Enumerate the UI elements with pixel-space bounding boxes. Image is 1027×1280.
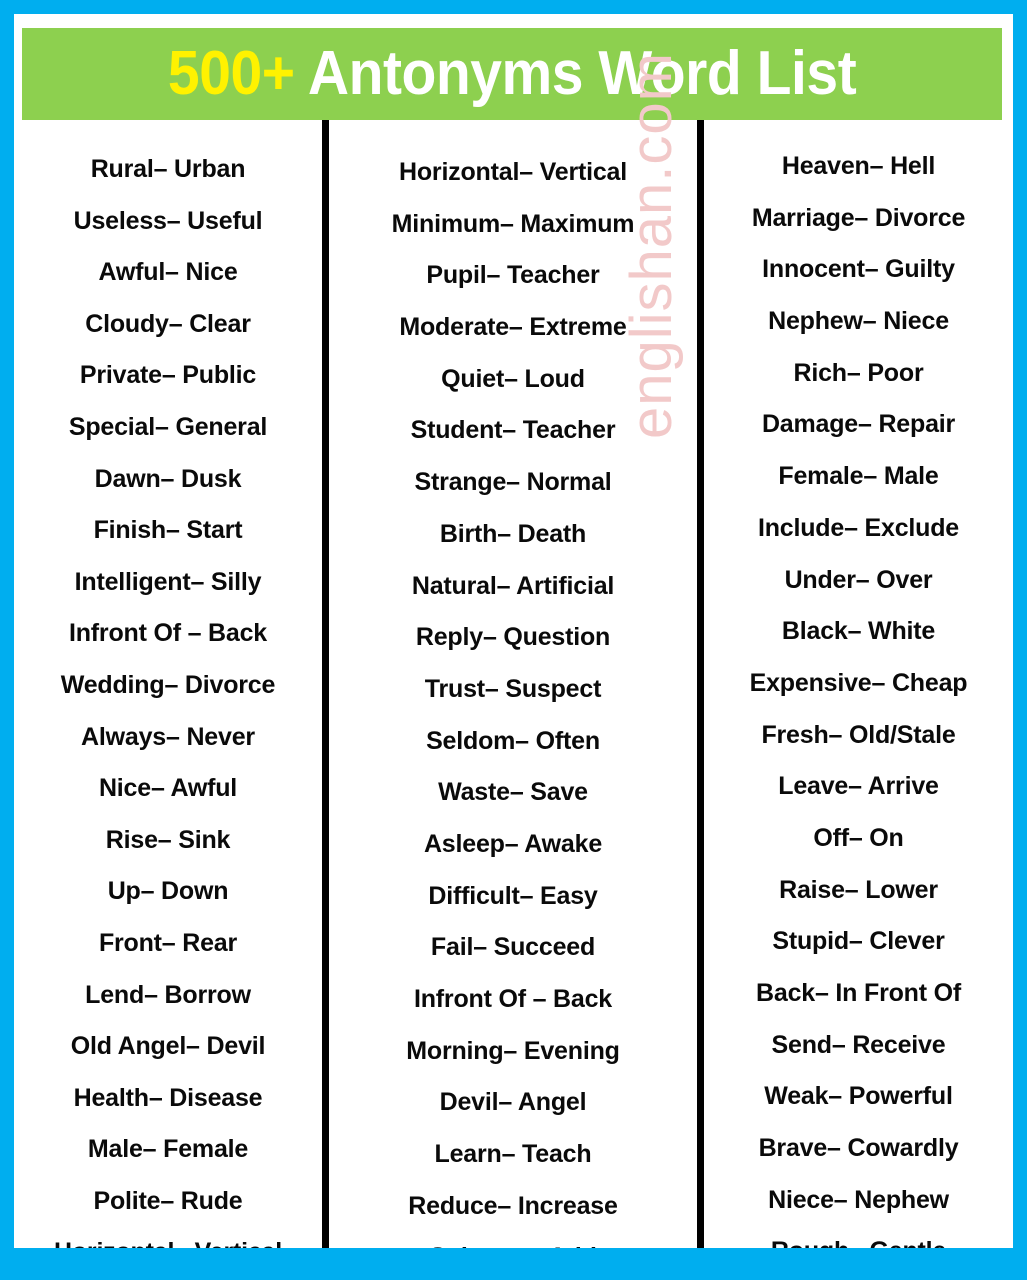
word-pair-item: Difficult– Easy xyxy=(428,881,598,910)
title-highlight: 500+ xyxy=(167,39,295,108)
word-pair-item: Fresh– Old/Stale xyxy=(761,720,956,749)
word-pair-item: Waste– Save xyxy=(438,778,588,807)
word-pair-item: Female– Male xyxy=(778,462,939,491)
word-pair-item: Nephew– Niece xyxy=(768,307,949,336)
word-pair-item: Fail– Succeed xyxy=(430,933,596,962)
word-pair-item: Birth– Death xyxy=(439,519,587,548)
word-pair-item: Private– Public xyxy=(79,361,257,390)
word-pair-item: Strange– Normal xyxy=(414,468,612,497)
poster-root: 500+ Antonyms Word List Rural– Urban Usel… xyxy=(0,0,1027,1280)
word-pair-item: Moderate– Extreme xyxy=(399,313,627,342)
poster-page: 500+ Antonyms Word List Rural– Urban Usel… xyxy=(14,14,1013,1248)
word-pair-item: Back– In Front Of xyxy=(756,979,961,1007)
word-pair-item: Useless– Useful xyxy=(73,206,263,235)
word-pair-item: Trust– Suspect xyxy=(424,674,602,703)
word-pair-item: Rich– Poor xyxy=(793,358,924,387)
word-pair-item: Lend– Borrow xyxy=(85,980,251,1009)
title-banner: 500+ Antonyms Word List xyxy=(22,28,1002,120)
word-pair-item: Horizontal– Vertical xyxy=(14,1227,322,1248)
word-pair-item: Polite– Rude xyxy=(93,1186,243,1215)
word-list-columns: Rural– Urban Useless– Useful Awful– Nice Cl… xyxy=(14,120,1013,1248)
title-rest: Antonyms Word List xyxy=(294,39,857,108)
word-pair-item: Marriage– Divorce xyxy=(751,203,966,232)
word-pair-item: Reduce– Increase xyxy=(408,1191,618,1220)
word-pair-item: Natural– Artificial xyxy=(411,571,615,600)
word-pair-item: Pupil– Teacher xyxy=(426,261,600,290)
word-pair-item: Male– Female xyxy=(87,1135,249,1164)
word-pair-item: Up– Down xyxy=(107,877,229,906)
word-pair-item: Special– General xyxy=(68,412,268,441)
word-pair-item: Reply– Question xyxy=(415,623,611,652)
word-pair-item: Asleep– Awake xyxy=(423,829,603,858)
word-pair-item: Rough– Gentle xyxy=(704,1226,1013,1248)
word-pair-item: Student– Teacher xyxy=(410,416,616,445)
word-pair-item: Black– White xyxy=(781,617,936,646)
word-pair-item: Dawn– Dusk xyxy=(94,464,242,493)
page-title: 500+ Antonyms Word List xyxy=(168,43,857,105)
word-pair-item: Old Angel– Devil xyxy=(70,1032,266,1061)
word-pair-item: Infront Of – Back xyxy=(68,619,268,648)
word-pair-item: Include– Exclude xyxy=(757,513,960,542)
word-pair-item: Devil– Angel xyxy=(439,1088,587,1117)
word-pair-item: Expensive– Cheap xyxy=(749,668,968,697)
word-pair-item: Raise– Lower xyxy=(779,875,938,904)
word-pair-item: Finish– Start xyxy=(93,516,243,545)
word-pair-item: Stupid– Clever xyxy=(772,927,945,956)
word-pair-item: Weak– Powerful xyxy=(764,1082,953,1111)
word-pair-item: Minimum– Maximum xyxy=(391,209,635,238)
word-pair-item: Intelligent– Silly xyxy=(74,567,262,596)
word-pair-item: Rise– Sink xyxy=(105,825,231,854)
word-pair-item: Send– Receive xyxy=(771,1030,946,1059)
word-pair-item: Under– Over xyxy=(784,565,933,594)
word-pair-item: Morning– Evening xyxy=(406,1036,620,1065)
word-pair-item: Horizontal– Vertical xyxy=(398,158,628,186)
word-pair-item: Niece– Nephew xyxy=(768,1185,949,1214)
word-pair-item: Subtract– Add xyxy=(329,1232,697,1248)
word-column-2: Horizontal– Vertical Minimum– Maximum Pupi… xyxy=(329,120,697,1248)
word-column-1: Rural– Urban Useless– Useful Awful– Nice Cl… xyxy=(14,120,322,1248)
word-pair-item: Seldom– Often xyxy=(426,726,600,755)
word-pair-item: Nice– Awful xyxy=(98,774,238,803)
word-pair-item: Always– Never xyxy=(81,722,255,751)
word-pair-item: Damage– Repair xyxy=(761,410,956,439)
word-pair-item: Quiet– Loud xyxy=(441,364,585,393)
word-pair-item: Rural– Urban xyxy=(90,155,246,183)
word-pair-item: Infront Of – Back xyxy=(413,985,613,1013)
word-pair-item: Health– Disease xyxy=(73,1083,263,1112)
word-pair-item: Off– On xyxy=(813,823,904,852)
word-pair-item: Heaven– Hell xyxy=(781,152,936,180)
word-pair-item: Brave– Cowardly xyxy=(758,1134,959,1163)
word-pair-item: Learn– Teach xyxy=(434,1140,592,1169)
word-pair-item: Innocent– Guilty xyxy=(762,255,955,284)
word-pair-item: Wedding– Divorce xyxy=(60,670,276,699)
word-pair-item: Awful– Nice xyxy=(98,258,238,287)
word-pair-item: Cloudy– Clear xyxy=(85,309,251,338)
word-column-3: Heaven– Hell Marriage– Divorce Innocent– G… xyxy=(704,120,1013,1248)
word-pair-item: Front– Rear xyxy=(98,928,238,957)
word-pair-item: Leave– Arrive xyxy=(778,772,939,801)
